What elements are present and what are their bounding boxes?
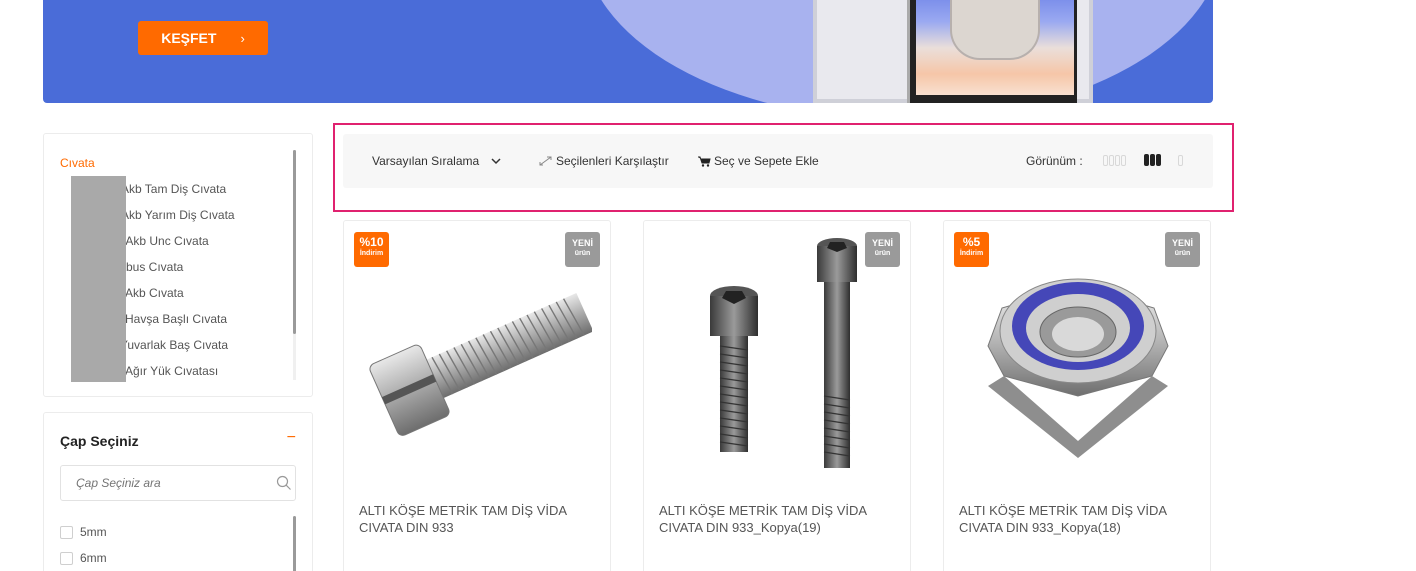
category-title[interactable]: Cıvata — [60, 156, 95, 170]
new-badge-sub: ürün — [1174, 250, 1191, 257]
banner-phone-image — [813, 0, 1093, 103]
checkbox[interactable] — [60, 525, 73, 539]
chevron-down-icon — [491, 157, 501, 164]
discount-badge: %5 İndirim — [954, 232, 989, 267]
select-add-to-cart-button[interactable]: Seç ve Sepete Ekle — [698, 154, 819, 168]
discount-label: İndirim — [959, 250, 984, 257]
diameter-filter-title: Çap Seçiniz — [60, 433, 139, 449]
view-4-columns-icon[interactable] — [1103, 155, 1126, 166]
discount-value: %10 — [359, 235, 384, 249]
redacted-area — [71, 176, 126, 382]
product-image-slotted-bolt — [369, 292, 592, 436]
checkbox[interactable] — [60, 551, 73, 565]
product-image-nylon-lock-nut — [987, 278, 1169, 458]
compare-arrows-icon — [539, 156, 552, 166]
sort-label: Varsayılan Sıralama — [372, 154, 480, 168]
page: KEŞFET › Cıvata Akb Tam Diş Cıvata Akb Y… — [0, 0, 1416, 571]
product-name[interactable]: ALTI KÖŞE METRİK TAM DİŞ VİDA CIVATA DIN… — [359, 502, 589, 536]
new-badge: YENİ ürün — [865, 232, 900, 267]
diameter-options: 5mm 6mm — [60, 519, 107, 571]
new-badge: YENİ ürün — [565, 232, 600, 267]
cart-icon — [698, 156, 711, 167]
new-badge-label: YENİ — [571, 238, 593, 248]
compare-label: Seçilenleri Karşılaştır — [556, 154, 669, 168]
diameter-option[interactable]: 6mm — [60, 545, 107, 571]
discount-value: %5 — [962, 235, 981, 249]
view-list-icon[interactable] — [1178, 155, 1183, 166]
product-image-socket-cap-screws — [710, 238, 857, 468]
add-to-cart-label: Seç ve Sepete Ekle — [714, 154, 819, 168]
product-name[interactable]: ALTI KÖŞE METRİK TAM DİŞ VİDA CIVATA DIN… — [959, 502, 1189, 536]
new-badge-label: YENİ — [871, 238, 893, 248]
product-card[interactable]: %10 İndirim YENİ ürün ALTI KÖŞE METRİK T… — [343, 220, 611, 571]
view-3-columns-icon[interactable] — [1144, 154, 1161, 166]
minus-icon[interactable]: − — [287, 429, 296, 447]
new-badge-sub: ürün — [574, 250, 591, 257]
compare-selected-button[interactable]: Seçilenleri Karşılaştır — [539, 154, 669, 168]
search-icon[interactable] — [276, 475, 292, 491]
new-badge: YENİ ürün — [1165, 232, 1200, 267]
product-card[interactable]: %5 İndirim YENİ ürün ALTI KÖŞE METRİK TA… — [943, 220, 1211, 571]
discover-button[interactable]: KEŞFET › — [138, 21, 268, 55]
sort-dropdown[interactable]: Varsayılan Sıralama — [372, 154, 501, 168]
category-filter-box: Cıvata Akb Tam Diş Cıvata Akb Yarım Diş … — [43, 133, 313, 397]
discount-label: İndirim — [359, 250, 384, 257]
new-badge-sub: ürün — [874, 250, 891, 257]
diameter-filter-box: Çap Seçiniz − 5mm 6mm — [43, 412, 313, 571]
diameter-search-input[interactable] — [60, 465, 296, 501]
product-name[interactable]: ALTI KÖŞE METRİK TAM DİŞ VİDA CIVATA DIN… — [659, 502, 889, 536]
category-scrollbar[interactable] — [293, 150, 296, 380]
diameter-option[interactable]: 5mm — [60, 519, 107, 545]
product-toolbar: Varsayılan Sıralama Seçilenleri Karşılaş… — [343, 134, 1213, 188]
chevron-right-icon: › — [240, 30, 245, 46]
view-label: Görünüm : — [1026, 154, 1083, 168]
diameter-scrollbar[interactable] — [293, 516, 296, 571]
diameter-option-label: 6mm — [80, 551, 107, 565]
diameter-option-label: 5mm — [80, 525, 107, 539]
discount-badge: %10 İndirim — [354, 232, 389, 267]
new-badge-label: YENİ — [1171, 238, 1193, 248]
discover-label: KEŞFET — [161, 30, 217, 46]
product-card[interactable]: YENİ ürün ALTI KÖŞE METRİK TAM DİŞ VİDA … — [643, 220, 911, 571]
